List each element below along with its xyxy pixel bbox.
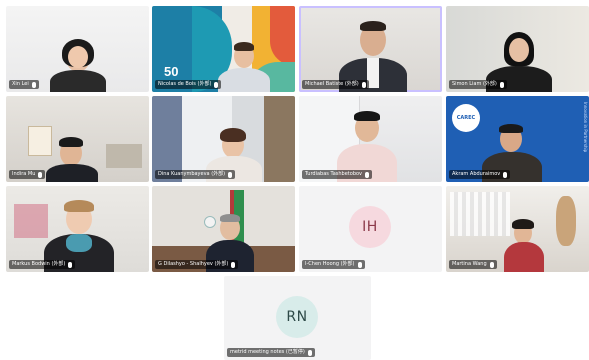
- microphone-icon: [31, 81, 36, 88]
- participant-tile-3[interactable]: Michael Batiste (外部): [299, 6, 442, 92]
- microphone-icon: [68, 261, 73, 268]
- participant-avatar: RN: [276, 296, 318, 338]
- participant-tile-2[interactable]: 50 Nicolas de Bois (外部): [152, 6, 295, 92]
- participant-name-label: I-Chen Hoong (外部): [302, 260, 365, 269]
- microphone-icon: [361, 81, 366, 88]
- participant-name-label: Martina Wang: [449, 260, 497, 269]
- microphone-icon: [489, 261, 494, 268]
- blurred-picture: [14, 204, 48, 238]
- participant-name-label: Indira Mu: [9, 170, 46, 179]
- microphone-icon: [231, 261, 236, 268]
- participant-name-label: Markus Bodwin (外部): [9, 260, 76, 269]
- participant-tile-13[interactable]: RN metrid meeting notes (已暂停): [224, 276, 371, 360]
- microphone-icon: [307, 349, 312, 356]
- participant-tile-7[interactable]: Turdiabas Tashbetobov: [299, 96, 442, 182]
- microphone-icon: [228, 171, 233, 178]
- microphone-icon: [503, 171, 508, 178]
- participant-tile-4[interactable]: Simon Liam (外部): [446, 6, 589, 92]
- microphone-icon: [214, 81, 219, 88]
- participant-tile-5[interactable]: Indira Mu: [6, 96, 149, 182]
- participant-tile-8[interactable]: CAREC Innovation in Partnership Akram Ab…: [446, 96, 589, 182]
- microphone-icon: [357, 261, 362, 268]
- carec-logo: CAREC: [452, 104, 480, 132]
- microphone-icon: [499, 81, 504, 88]
- participant-tile-11[interactable]: IH I-Chen Hoong (外部): [299, 186, 442, 272]
- participant-name-label: Dina Kuanymbayeva (外部): [155, 170, 236, 179]
- participant-name-label: Nicolas de Bois (外部): [155, 80, 222, 89]
- participant-tile-6[interactable]: Dina Kuanymbayeva (外部): [152, 96, 295, 182]
- participant-avatar: IH: [349, 206, 391, 248]
- participant-name-label: Michael Batiste (外部): [302, 80, 369, 89]
- participant-tile-10[interactable]: G Dilashyo - Shalhyev (外部): [152, 186, 295, 272]
- participant-name-label: metrid meeting notes (已暂停): [227, 348, 315, 357]
- participant-tile-1[interactable]: Xin Lei: [6, 6, 149, 92]
- backdrop-side-text: Innovation in Partnership: [583, 102, 588, 153]
- participant-tile-12[interactable]: Martina Wang: [446, 186, 589, 272]
- participant-name-label: Turdiabas Tashbetobov: [302, 170, 373, 179]
- logo-number: 50: [164, 64, 179, 79]
- participant-name-label: G Dilashyo - Shalhyev (外部): [155, 260, 239, 269]
- participant-tile-9[interactable]: Markus Bodwin (外部): [6, 186, 149, 272]
- microphone-icon: [365, 171, 370, 178]
- participant-name-label: Xin Lei: [9, 80, 39, 89]
- participant-name-label: Simon Liam (外部): [449, 80, 507, 89]
- microphone-icon: [38, 171, 43, 178]
- participant-name-label: Akram Abduraimov: [449, 170, 511, 179]
